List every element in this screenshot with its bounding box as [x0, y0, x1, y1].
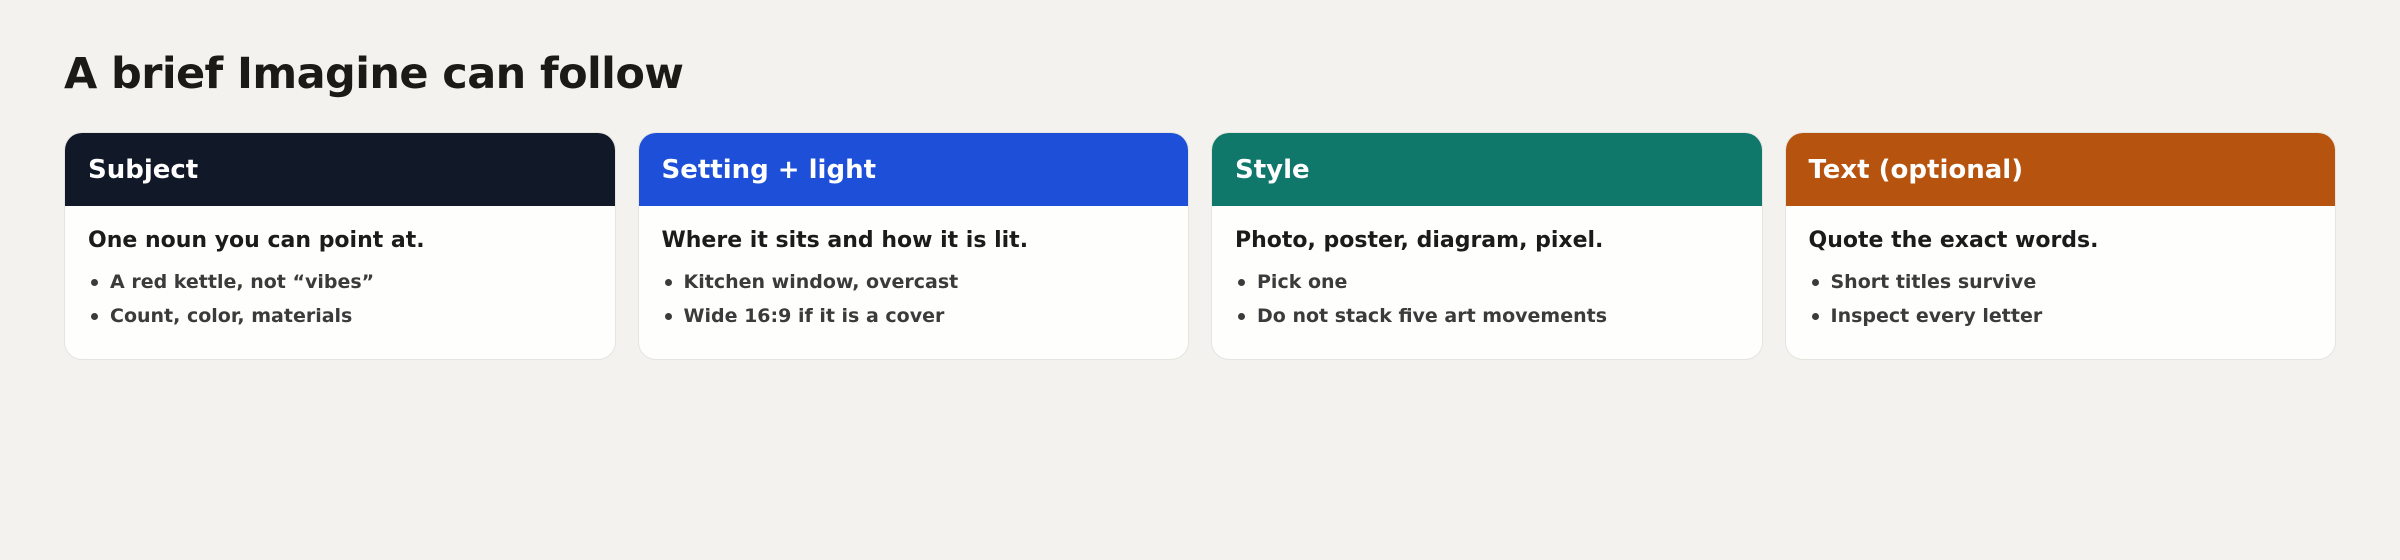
list-item: Wide 16:9 if it is a cover: [662, 299, 1166, 333]
card-header: Setting + light: [638, 133, 1188, 206]
bullet-icon: [1238, 279, 1245, 286]
card-title: Style: [1235, 154, 1310, 185]
bullet-icon: [664, 313, 672, 320]
bullet-list: Pick one Do not stack five art movements: [1235, 265, 1739, 333]
bullet-icon: [1238, 313, 1245, 320]
card-style: Style Photo, poster, diagram, pixel. Pic…: [1211, 132, 1763, 360]
list-item: Kitchen window, overcast: [662, 265, 1166, 299]
card-subject: Subject One noun you can point at. A red…: [64, 132, 616, 360]
bullet-icon: [1811, 279, 1819, 286]
list-item-text: Wide 16:9 if it is a cover: [683, 305, 945, 327]
bullet-list: A red kettle, not “vibes” Count, color, …: [88, 265, 592, 333]
list-item: Count, color, materials: [88, 299, 592, 333]
list-item-text: A red kettle, not “vibes”: [110, 271, 375, 293]
bullet-list: Short titles survive Inspect every lette…: [1809, 265, 2313, 333]
card-body: One noun you can point at. A red kettle,…: [65, 206, 615, 333]
card-lead: Quote the exact words.: [1808, 228, 2099, 253]
card-header: Text (optional): [1785, 133, 2335, 206]
card-lead: One noun you can point at.: [88, 228, 425, 253]
bullet-list: Kitchen window, overcast Wide 16:9 if it…: [662, 265, 1166, 333]
card-lead: Photo, poster, diagram, pixel.: [1235, 228, 1604, 253]
card-lead: Where it sits and how it is lit.: [661, 228, 1029, 253]
list-item: Inspect every letter: [1809, 299, 2313, 333]
list-item-text: Pick one: [1257, 271, 1348, 293]
list-item: Short titles survive: [1809, 265, 2313, 299]
page-title: A brief Imagine can follow: [64, 49, 684, 99]
list-item: A red kettle, not “vibes”: [88, 265, 592, 299]
bullet-icon: [91, 279, 98, 286]
card-text-optional: Text (optional) Quote the exact words. S…: [1784, 132, 2336, 360]
bullet-icon: [91, 313, 98, 320]
bullet-icon: [664, 279, 672, 286]
list-item: Pick one: [1235, 265, 1739, 299]
card-title: Subject: [88, 154, 199, 185]
list-item-text: Short titles survive: [1830, 271, 2037, 293]
list-item-text: Inspect every letter: [1830, 305, 2043, 327]
list-item: Do not stack five art movements: [1235, 299, 1739, 333]
list-item-text: Count, color, materials: [110, 305, 353, 327]
card-title: Setting + light: [661, 154, 877, 185]
card-body: Quote the exact words. Short titles surv…: [1786, 206, 2336, 333]
card-row: Subject One noun you can point at. A red…: [64, 132, 2336, 360]
card-header: Subject: [65, 133, 615, 206]
list-item-text: Do not stack five art movements: [1257, 305, 1608, 327]
list-item-text: Kitchen window, overcast: [683, 271, 959, 293]
card-body: Where it sits and how it is lit. Kitchen…: [639, 206, 1189, 333]
card-body: Photo, poster, diagram, pixel. Pick one …: [1212, 206, 1762, 333]
card-title: Text (optional): [1808, 154, 2024, 185]
card-header: Style: [1212, 133, 1762, 206]
bullet-icon: [1811, 313, 1819, 320]
card-setting-light: Setting + light Where it sits and how it…: [637, 132, 1189, 360]
